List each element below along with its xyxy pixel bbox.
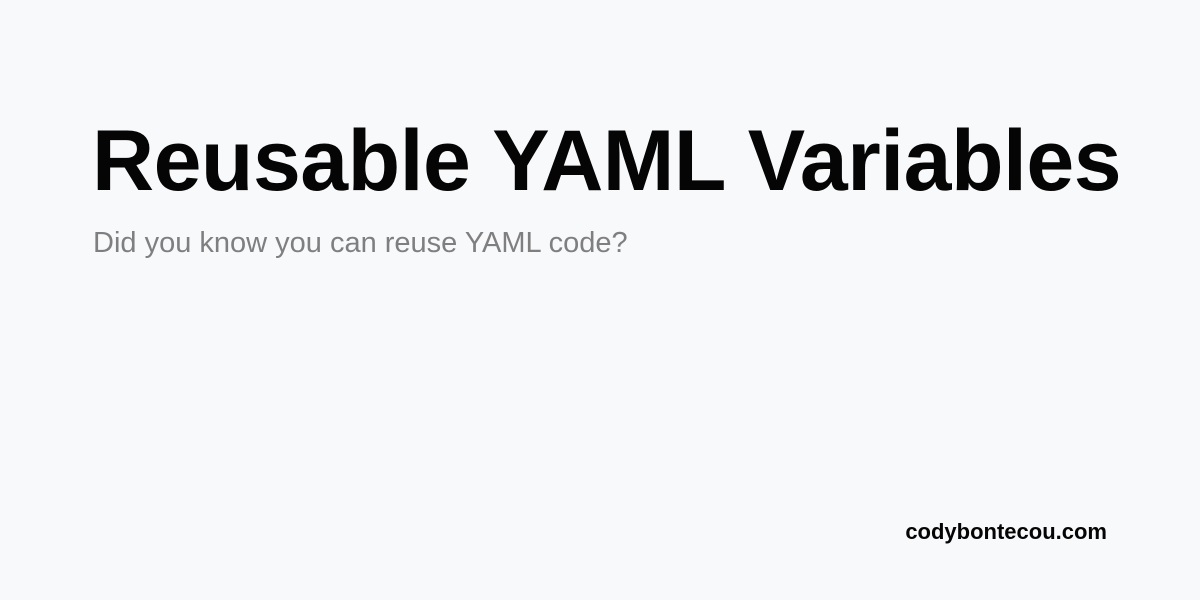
page-title: Reusable YAML Variables — [92, 113, 1122, 209]
social-preview-card: Reusable YAML Variables Did you know you… — [0, 0, 1200, 600]
site-domain: codybontecou.com — [905, 519, 1107, 544]
page-subtitle: Did you know you can reuse YAML code? — [93, 227, 628, 259]
